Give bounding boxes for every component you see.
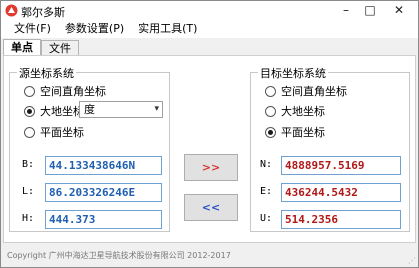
unit-select[interactable]: 度 ▾ <box>79 101 163 118</box>
field-label-h: H: <box>22 213 35 224</box>
app-logo-icon <box>5 4 18 17</box>
northing-field[interactable]: 4888957.5169 <box>281 156 401 175</box>
source-option-label: 空间直角坐标 <box>40 85 106 98</box>
window-title: 郭尔多斯 <box>21 6 65 19</box>
field-label-n: N: <box>260 159 273 170</box>
radio-icon[interactable] <box>265 105 276 117</box>
maximize-icon[interactable]: □ <box>358 1 382 20</box>
title-bar: 郭尔多斯 – □ ✕ <box>1 1 418 20</box>
target-group: 目标坐标系统 空间直角坐标 大地坐标 平面坐标 N: 4888957.5169 … <box>250 65 410 232</box>
tab-single-point[interactable]: 单点 <box>3 39 41 56</box>
target-option-label: 大地坐标 <box>281 105 325 118</box>
source-option-label: 平面坐标 <box>40 126 84 139</box>
app-window: 郭尔多斯 – □ ✕ 文件(F) 参数设置(P) 实用工具(T) 单点 文件 源… <box>0 0 419 268</box>
minimize-icon[interactable]: – <box>334 1 358 20</box>
menu-tools[interactable]: 实用工具(T) <box>131 20 204 38</box>
field-label-u: U: <box>260 213 273 224</box>
unit-select-value: 度 <box>84 103 95 116</box>
target-group-title: 目标坐标系统 <box>258 65 328 81</box>
copyright-text: Copyright 广州中海达卫星导航技术股份有限公司 2012-2017 <box>7 251 231 260</box>
source-option-label: 大地坐标 <box>40 105 84 118</box>
target-option-label: 平面坐标 <box>281 126 325 139</box>
single-point-panel: 源坐标系统 空间直角坐标 大地坐标 平面坐标 度 ▾ B: 44.1334386… <box>3 55 416 243</box>
target-option-geodetic[interactable]: 大地坐标 <box>265 103 325 119</box>
height-field[interactable]: 444.373 <box>45 210 162 229</box>
convert-forward-button[interactable]: >> <box>184 154 238 181</box>
radio-checked-icon[interactable] <box>24 105 35 117</box>
convert-backward-button[interactable]: << <box>184 194 238 221</box>
radio-checked-icon[interactable] <box>265 126 276 138</box>
target-option-label: 空间直角坐标 <box>281 85 347 98</box>
tab-strip: 单点 文件 <box>3 39 79 56</box>
menu-bar: 文件(F) 参数设置(P) 实用工具(T) <box>1 20 418 38</box>
source-group-title: 源坐标系统 <box>17 65 76 81</box>
source-option-geodetic[interactable]: 大地坐标 <box>24 103 84 119</box>
field-label-b: B: <box>22 159 35 170</box>
resize-grip-icon[interactable]: ⋰ <box>408 256 416 265</box>
up-field[interactable]: 514.2356 <box>281 210 401 229</box>
field-label-e: E: <box>260 186 273 197</box>
field-label-l: L: <box>22 186 35 197</box>
target-option-plane[interactable]: 平面坐标 <box>265 124 325 140</box>
easting-field[interactable]: 436244.5432 <box>281 183 401 202</box>
radio-icon[interactable] <box>24 126 35 138</box>
radio-icon[interactable] <box>265 85 276 97</box>
menu-params[interactable]: 参数设置(P) <box>58 20 131 38</box>
longitude-field[interactable]: 86.203326246E <box>45 183 162 202</box>
source-option-ecef[interactable]: 空间直角坐标 <box>24 83 106 99</box>
close-icon[interactable]: ✕ <box>382 1 416 20</box>
chevron-down-icon: ▾ <box>154 104 159 114</box>
target-option-ecef[interactable]: 空间直角坐标 <box>265 83 347 99</box>
source-group: 源坐标系统 空间直角坐标 大地坐标 平面坐标 度 ▾ B: 44.1334386… <box>9 65 170 232</box>
radio-icon[interactable] <box>24 85 35 97</box>
menu-file[interactable]: 文件(F) <box>7 20 58 38</box>
source-option-plane[interactable]: 平面坐标 <box>24 124 84 140</box>
window-controls: – □ ✕ <box>334 1 416 20</box>
tab-file[interactable]: 文件 <box>41 40 79 56</box>
latitude-field[interactable]: 44.133438646N <box>45 156 162 175</box>
